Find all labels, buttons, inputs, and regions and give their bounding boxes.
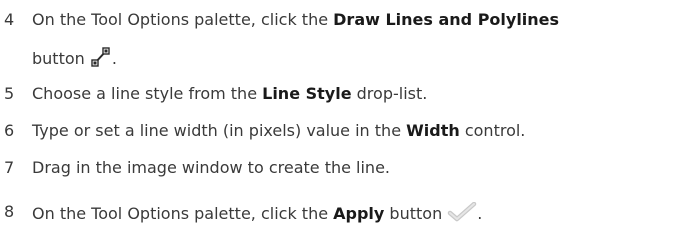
- step-text-post: control.: [459, 121, 526, 140]
- step-text-pre: On the Tool Options palette, click the: [32, 204, 334, 223]
- step-5: 5 Choose a line style from the Line Styl…: [0, 84, 682, 106]
- step-4: 4 On the Tool Options palette, click the…: [0, 10, 682, 70]
- draw-lines-polylines-icon: [90, 46, 112, 73]
- step-text-bold: Width: [406, 121, 460, 140]
- step-number: 5: [4, 84, 15, 103]
- step-6: 6 Type or set a line width (in pixels) v…: [0, 121, 682, 143]
- step-text-post: drop-list.: [351, 84, 428, 103]
- step-text-bold: Draw Lines and Polylines: [333, 10, 560, 29]
- step-text: On the Tool Options palette, click the A…: [32, 201, 483, 227]
- step-7: 7 Drag in the image window to create the…: [0, 158, 682, 180]
- step-text-line2-end: .: [111, 49, 117, 68]
- step-text-continuation: button .: [32, 46, 117, 73]
- step-number: 4: [4, 10, 15, 29]
- step-text: Drag in the image window to create the l…: [32, 158, 390, 178]
- step-number: 6: [4, 121, 15, 140]
- step-text-bold: Apply: [333, 204, 385, 223]
- step-text: Choose a line style from the Line Style …: [32, 84, 427, 104]
- step-number: 8: [4, 202, 15, 221]
- step-text-pre: Choose a line style from the: [32, 84, 263, 103]
- step-text-line2: button: [32, 49, 90, 68]
- step-text: On the Tool Options palette, click the D…: [32, 10, 559, 30]
- step-8: 8 On the Tool Options palette, click the…: [0, 201, 682, 232]
- step-number: 7: [4, 158, 15, 177]
- step-text-post: button: [384, 204, 448, 223]
- step-text-pre: Drag in the image window to create the l…: [32, 158, 390, 177]
- step-text-pre: On the Tool Options palette, click the: [32, 10, 334, 29]
- step-text-bold: Line Style: [262, 84, 352, 103]
- step-text: Type or set a line width (in pixels) val…: [32, 121, 525, 141]
- step-text-end: .: [477, 204, 483, 223]
- step-text-pre: Type or set a line width (in pixels) val…: [32, 121, 407, 140]
- apply-checkmark-icon: [447, 201, 477, 227]
